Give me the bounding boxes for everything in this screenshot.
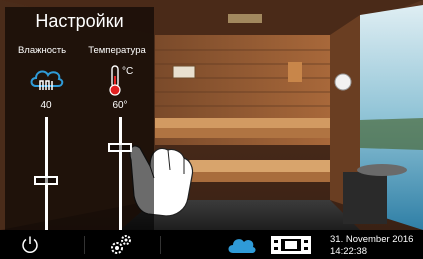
sauna-mode-icon[interactable] [271,236,311,254]
sauna-control-screen: Настройки Влажность Температура °C 40 60… [0,0,423,259]
panel-title: Настройки [35,11,124,31]
separator [160,236,161,254]
gears-icon[interactable] [108,234,134,256]
humidity-slider-handle[interactable] [34,176,58,185]
power-icon[interactable] [20,235,40,255]
cloud-icon[interactable] [226,236,256,254]
temperature-slider-handle[interactable] [108,143,132,152]
humidity-cloud-icon [30,70,64,90]
bottom-bar: 31. November 2016 14:22:38 [0,230,423,259]
humidity-value: 40 [40,100,52,111]
temperature-label: Температура [88,45,146,56]
temperature-slider-track[interactable] [119,117,122,230]
humidity-label: Влажность [17,45,67,56]
settings-panel: Настройки Влажность Температура °C 40 60… [5,7,154,230]
thermometer-icon [109,65,121,96]
separator [84,236,85,254]
temperature-unit: °C [122,66,134,77]
temperature-value: 60° [112,100,128,111]
humidity-slider-track[interactable] [45,117,48,230]
current-time: 14:22:38 [330,246,367,257]
current-date: 31. November 2016 [330,234,414,245]
